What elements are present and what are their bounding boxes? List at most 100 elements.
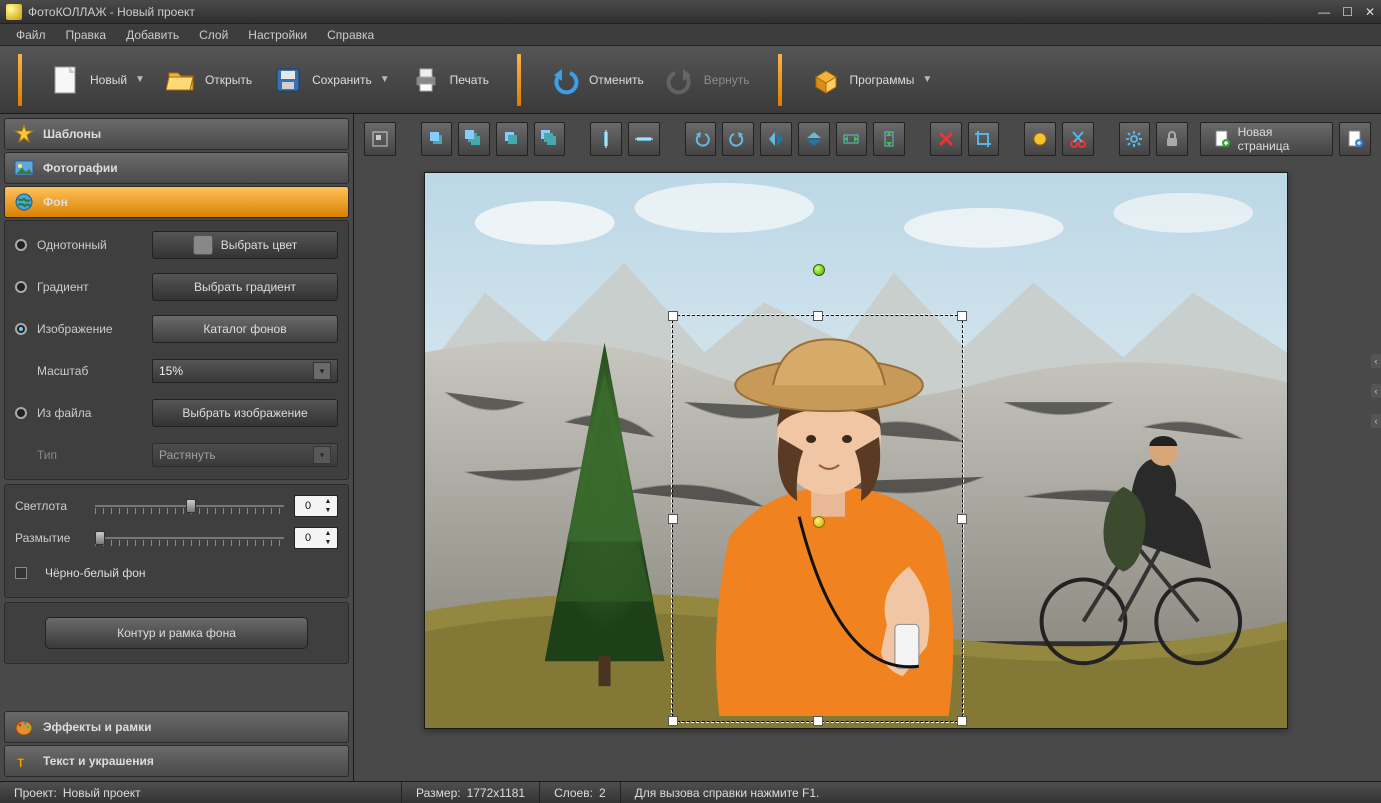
resize-handle-se[interactable]: [957, 716, 967, 726]
palette-icon: [13, 716, 35, 738]
sidebar: Шаблоны Фотографии Фон Однотонный Выбрат…: [0, 114, 354, 781]
print-button[interactable]: Печать: [400, 56, 499, 104]
chevron-down-icon: ▾: [313, 362, 331, 380]
bring-front-tool[interactable]: [458, 122, 490, 156]
minimize-button[interactable]: —: [1318, 5, 1330, 19]
brightness-slider[interactable]: [95, 497, 284, 515]
bring-forward-tool[interactable]: [421, 122, 453, 156]
canvas-toolbar: Новая страница: [364, 122, 1371, 156]
app-icon: [6, 4, 22, 20]
delete-tool[interactable]: [930, 122, 962, 156]
selection-box[interactable]: [672, 315, 963, 722]
open-button[interactable]: Открыть: [155, 56, 262, 104]
adjustments-panel: Светлота ▲▼ Размытие ▲▼ Чёрно-белый фон: [4, 484, 349, 598]
fit-height-tool[interactable]: [873, 122, 905, 156]
send-back-tool[interactable]: [534, 122, 566, 156]
redo-icon: [664, 64, 696, 96]
maximize-button[interactable]: ☐: [1342, 5, 1353, 19]
choose-gradient-button[interactable]: Выбрать градиент: [152, 273, 338, 301]
menu-edit[interactable]: Правка: [58, 26, 115, 44]
align-tool[interactable]: [364, 122, 396, 156]
menu-file[interactable]: Файл: [8, 26, 54, 44]
programs-button[interactable]: Программы ▼: [800, 56, 943, 104]
menu-layer[interactable]: Слой: [191, 26, 236, 44]
resize-handle-s[interactable]: [813, 716, 823, 726]
radio-from-file[interactable]: [15, 407, 27, 419]
title-bar: ФотоКОЛЛАЖ - Новый проект — ☐ ✕: [0, 0, 1381, 24]
menu-help[interactable]: Справка: [319, 26, 382, 44]
settings-tool[interactable]: [1119, 122, 1151, 156]
divider: [517, 54, 521, 106]
photo-icon: [13, 157, 35, 179]
menu-add[interactable]: Добавить: [118, 26, 187, 44]
globe-icon: [13, 191, 35, 213]
new-button[interactable]: Новый ▼: [40, 56, 155, 104]
collapse-handle[interactable]: ‹: [1371, 414, 1381, 428]
resize-handle-n[interactable]: [813, 311, 823, 321]
resize-handle-nw[interactable]: [668, 311, 678, 321]
radio-image[interactable]: [15, 323, 27, 335]
chevron-down-icon: ▾: [313, 446, 331, 464]
background-catalog-button[interactable]: Каталог фонов: [152, 315, 338, 343]
window-title: ФотоКОЛЛАЖ - Новый проект: [28, 5, 195, 19]
canvas-area: Новая страница: [354, 114, 1381, 781]
brightness-value[interactable]: ▲▼: [294, 495, 338, 517]
new-page-button[interactable]: Новая страница: [1200, 122, 1333, 156]
menu-bar: Файл Правка Добавить Слой Настройки Спра…: [0, 24, 1381, 46]
divider: [18, 54, 22, 106]
color-swatch: [193, 235, 213, 255]
resize-handle-ne[interactable]: [957, 311, 967, 321]
sidebar-background[interactable]: Фон: [4, 186, 349, 218]
rotate-right-tool[interactable]: [722, 122, 754, 156]
send-backward-tool[interactable]: [496, 122, 528, 156]
center-v-tool[interactable]: [628, 122, 660, 156]
fit-width-tool[interactable]: [836, 122, 868, 156]
blur-slider[interactable]: [95, 529, 284, 547]
collapse-handle[interactable]: ‹: [1371, 354, 1381, 368]
collapse-handle[interactable]: ‹: [1371, 384, 1381, 398]
radio-solid[interactable]: [15, 239, 27, 251]
sidebar-photos[interactable]: Фотографии: [4, 152, 349, 184]
save-button[interactable]: Сохранить ▼: [262, 56, 400, 104]
panel-collapse-handles: ‹ ‹ ‹: [1371, 354, 1381, 428]
redo-button[interactable]: Вернуть: [654, 56, 760, 104]
type-select[interactable]: Растянуть ▾: [152, 443, 338, 467]
svg-text:T: T: [17, 756, 25, 770]
flip-v-tool[interactable]: [798, 122, 830, 156]
blur-value[interactable]: ▲▼: [294, 527, 338, 549]
contour-frame-button[interactable]: Контур и рамка фона: [45, 617, 308, 649]
scale-select[interactable]: 15% ▾: [152, 359, 338, 383]
close-button[interactable]: ✕: [1365, 5, 1375, 19]
cut-tool[interactable]: [1062, 122, 1094, 156]
chevron-down-icon: ▼: [922, 74, 932, 85]
radio-gradient[interactable]: [15, 281, 27, 293]
bw-checkbox[interactable]: [15, 567, 27, 579]
resize-handle-w[interactable]: [668, 514, 678, 524]
rotate-handle[interactable]: [813, 264, 825, 276]
undo-button[interactable]: Отменить: [539, 56, 654, 104]
page-settings-button[interactable]: [1339, 122, 1371, 156]
resize-handle-e[interactable]: [957, 514, 967, 524]
pivot-handle[interactable]: [813, 516, 825, 528]
sidebar-templates[interactable]: Шаблоны: [4, 118, 349, 150]
rotate-left-tool[interactable]: [685, 122, 717, 156]
star-icon: [13, 123, 35, 145]
flip-h-tool[interactable]: [760, 122, 792, 156]
divider: [778, 54, 782, 106]
text-icon: T: [13, 750, 35, 772]
sidebar-effects[interactable]: Эффекты и рамки: [4, 711, 349, 743]
choose-color-button[interactable]: Выбрать цвет: [152, 231, 338, 259]
sidebar-text[interactable]: T Текст и украшения: [4, 745, 349, 777]
lock-tool[interactable]: [1156, 122, 1188, 156]
choose-image-button[interactable]: Выбрать изображение: [152, 399, 338, 427]
undo-icon: [549, 64, 581, 96]
save-icon: [272, 64, 304, 96]
effects-tool[interactable]: [1024, 122, 1056, 156]
center-h-tool[interactable]: [590, 122, 622, 156]
new-icon: [50, 64, 82, 96]
crop-tool[interactable]: [968, 122, 1000, 156]
canvas[interactable]: [424, 172, 1288, 729]
printer-icon: [410, 64, 442, 96]
resize-handle-sw[interactable]: [668, 716, 678, 726]
menu-settings[interactable]: Настройки: [240, 26, 315, 44]
